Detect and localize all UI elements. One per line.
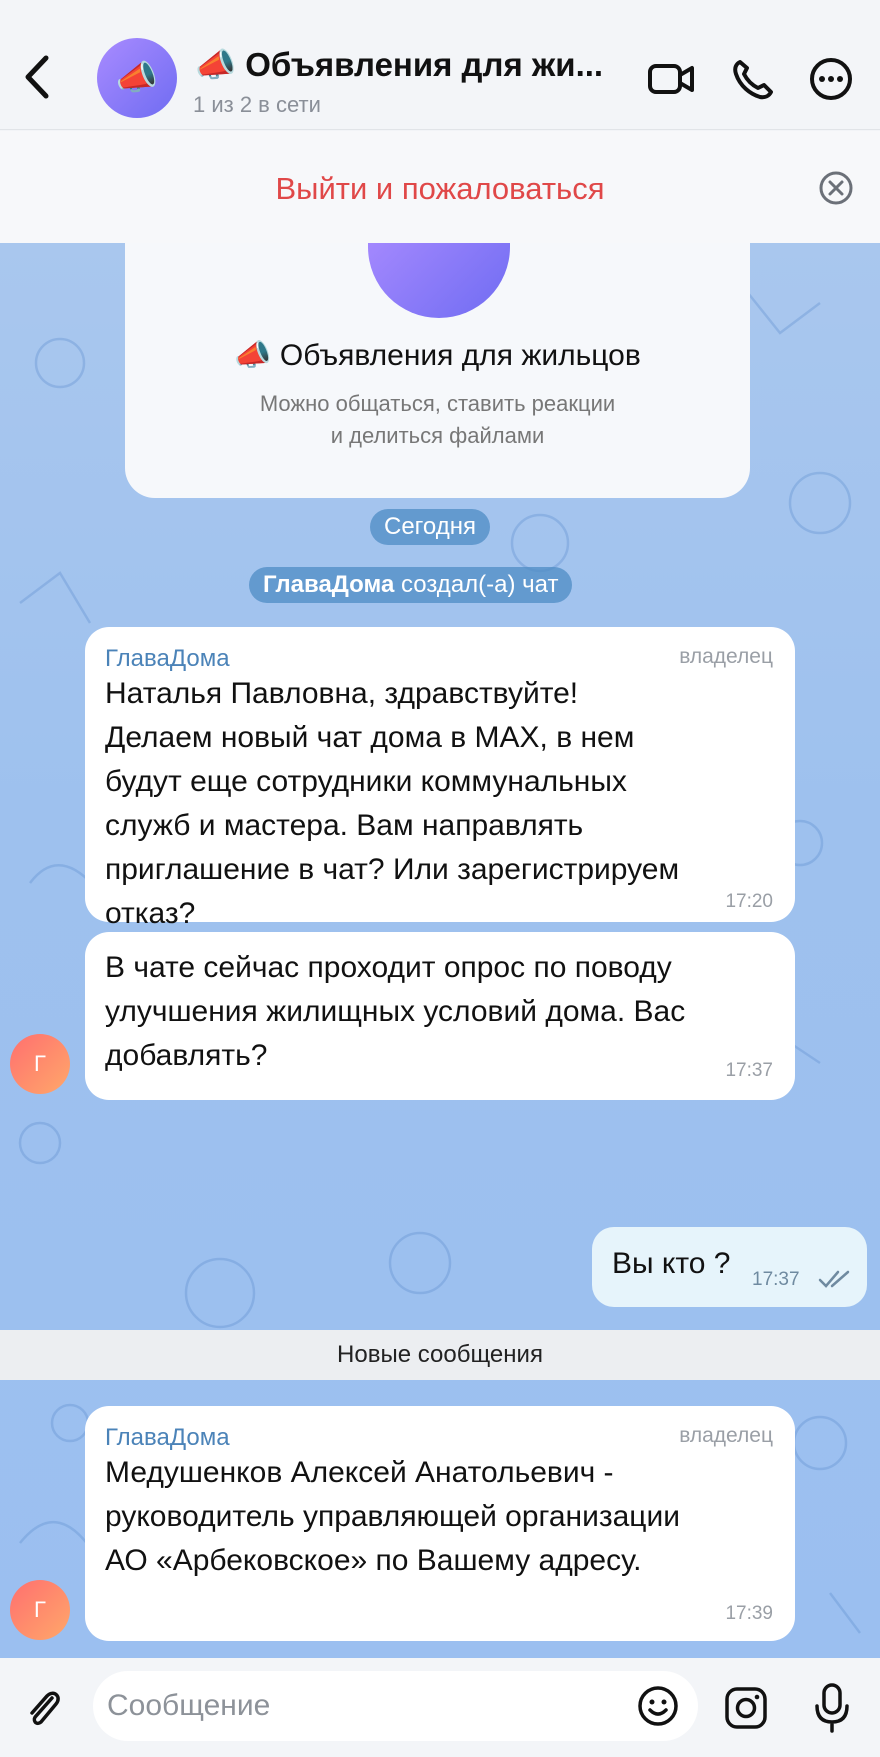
back-icon[interactable] [18,52,58,102]
chat-title[interactable]: 📣 Объявления для жи... [195,46,603,85]
new-messages-divider: Новые сообщения [0,1330,880,1380]
message-text: Медушенков Алексей Анатольевич - руковод… [105,1451,680,1583]
phone-icon[interactable] [728,56,778,102]
message-line: добавлять? [105,1039,268,1072]
chat-info-title: 📣 Объявления для жильцов [234,339,641,372]
message-line: В чате сейчас проходит опрос по поводу [105,951,672,984]
more-icon[interactable] [806,56,856,102]
chat-header: 📣 📣 Объявления для жи... 1 из 2 в сети [0,0,880,130]
message-sender[interactable]: ГлаваДома [105,1424,230,1452]
message-line: Наталья Павловна, здравствуйте! [105,677,579,710]
message-input-bar: Сообщение [0,1658,880,1757]
message-input-placeholder: Сообщение [107,1689,271,1722]
message-bubble[interactable]: В чате сейчас проходит опрос по поводу у… [85,932,795,1100]
message-text: В чате сейчас проходит опрос по поводу у… [105,946,685,1078]
message-sender[interactable]: ГлаваДома [105,645,230,673]
close-circle-icon[interactable] [818,170,854,206]
message-line: Медушенков Алексей Анатольевич - [105,1456,614,1489]
message-time: 17:37 [752,1269,800,1290]
message-text: Вы кто ? [612,1247,731,1280]
message-time: 17:20 [725,891,773,912]
message-line: приглашение в чат? Или зарегистрируем [105,853,680,886]
message-line: служб и мастера. Вам направлять [105,809,584,842]
message-line: АО «Арбековское» по Вашему адресу. [105,1544,642,1577]
message-line: руководитель управляющей организации [105,1500,680,1533]
message-time: 17:39 [725,1603,773,1624]
outgoing-message-bubble[interactable]: Вы кто ? 17:37 [592,1227,867,1307]
avatar[interactable]: Г [10,1034,70,1094]
chat-info-description-line: и делиться файлами [330,423,545,448]
chat-avatar[interactable]: 📣 [97,38,177,118]
paperclip-icon[interactable] [22,1684,66,1732]
message-bubble[interactable]: ГлаваДома владелец Медушенков Алексей Ан… [85,1406,795,1641]
chat-created-name: ГлаваДома [263,571,395,598]
message-text: Наталья Павловна, здравствуйте! Делаем н… [105,672,679,936]
message-bubble[interactable]: ГлаваДома владелец Наталья Павловна, здр… [85,627,795,930]
sender-role: владелец [679,1424,773,1447]
message-line: Делаем новый чат дома в MAX, в нем [105,721,635,754]
emoji-icon[interactable] [637,1685,679,1727]
message-line: отказ? [105,897,196,930]
chat-info-avatar [368,243,510,318]
camera-icon[interactable] [724,1686,768,1730]
chat-info-description-line: Можно общаться, ставить реакции [259,391,616,416]
video-camera-icon[interactable] [646,56,696,102]
leave-and-report-button[interactable]: Выйти и пожаловаться [0,171,880,207]
chat-info-card: 📣 Объявления для жильцов Можно общаться,… [125,243,750,498]
date-pill: Сегодня [370,509,490,545]
avatar[interactable]: Г [10,1580,70,1640]
message-line: улучшения жилищных условий дома. Вас [105,995,686,1028]
message-line: будут еще сотрудники коммунальных [105,765,627,798]
sender-role: владелец [679,645,773,668]
report-banner: Выйти и пожаловаться [0,131,880,243]
microphone-icon[interactable] [811,1682,853,1734]
chat-info-description: Можно общаться, ставить реакции и делить… [125,388,750,452]
chat-area[interactable]: 📣 Объявления для жильцов Можно общаться,… [0,243,880,1658]
message-input[interactable]: Сообщение [93,1671,698,1741]
online-status: 1 из 2 в сети [193,92,321,117]
double-check-icon [818,1270,850,1288]
chat-created-notice: ГлаваДома создал(-а) чат [249,567,573,603]
message-time: 17:37 [725,1060,773,1081]
chat-created-text: создал(-а) чат [400,571,559,598]
